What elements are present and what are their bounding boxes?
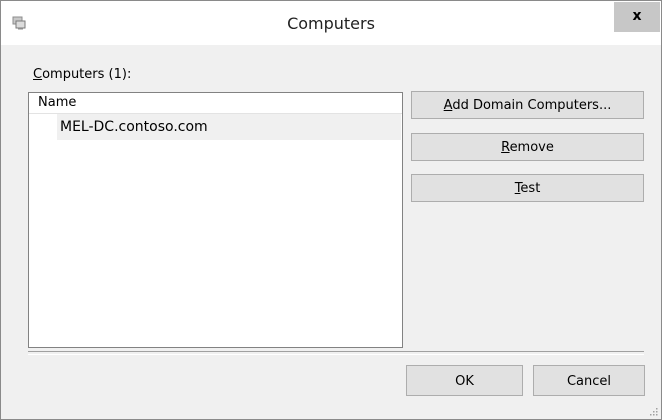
list-item-label: MEL-DC.contoso.com bbox=[60, 119, 208, 135]
column-header-name[interactable]: Name bbox=[29, 93, 402, 114]
label-mnemonic: C bbox=[33, 67, 43, 82]
remove-button[interactable]: Remove bbox=[411, 133, 644, 161]
computers-dialog: Computers x Computers (1): Name MEL-DC.c… bbox=[0, 0, 662, 420]
test-button[interactable]: Test bbox=[411, 174, 644, 202]
remove-mnemonic: R bbox=[501, 140, 510, 155]
column-header-label: Name bbox=[38, 95, 77, 110]
title-bar[interactable]: Computers x bbox=[1, 1, 661, 45]
cancel-label: Cancel bbox=[566, 374, 612, 389]
window-title: Computers bbox=[287, 14, 375, 33]
close-icon: x bbox=[632, 8, 642, 24]
add-domain-computers-button[interactable]: Add Domain Computers... bbox=[411, 91, 644, 119]
resize-grip-icon[interactable] bbox=[648, 406, 658, 416]
remove-label: emove bbox=[509, 140, 554, 155]
computers-list-label: Computers (1): bbox=[33, 67, 131, 82]
add-label: dd Domain Computers... bbox=[452, 98, 612, 113]
dialog-client-area: Computers (1): Name MEL-DC.contoso.com A… bbox=[1, 45, 661, 419]
label-text: omputers (1): bbox=[42, 67, 132, 82]
list-item[interactable]: MEL-DC.contoso.com bbox=[57, 114, 401, 140]
ok-label: OK bbox=[455, 374, 474, 389]
test-label: est bbox=[520, 181, 541, 196]
close-button[interactable]: x bbox=[614, 2, 660, 32]
separator bbox=[28, 351, 644, 355]
cancel-button[interactable]: Cancel bbox=[533, 365, 645, 396]
computers-listview[interactable]: Name MEL-DC.contoso.com bbox=[28, 92, 403, 348]
ok-button[interactable]: OK bbox=[406, 365, 523, 396]
